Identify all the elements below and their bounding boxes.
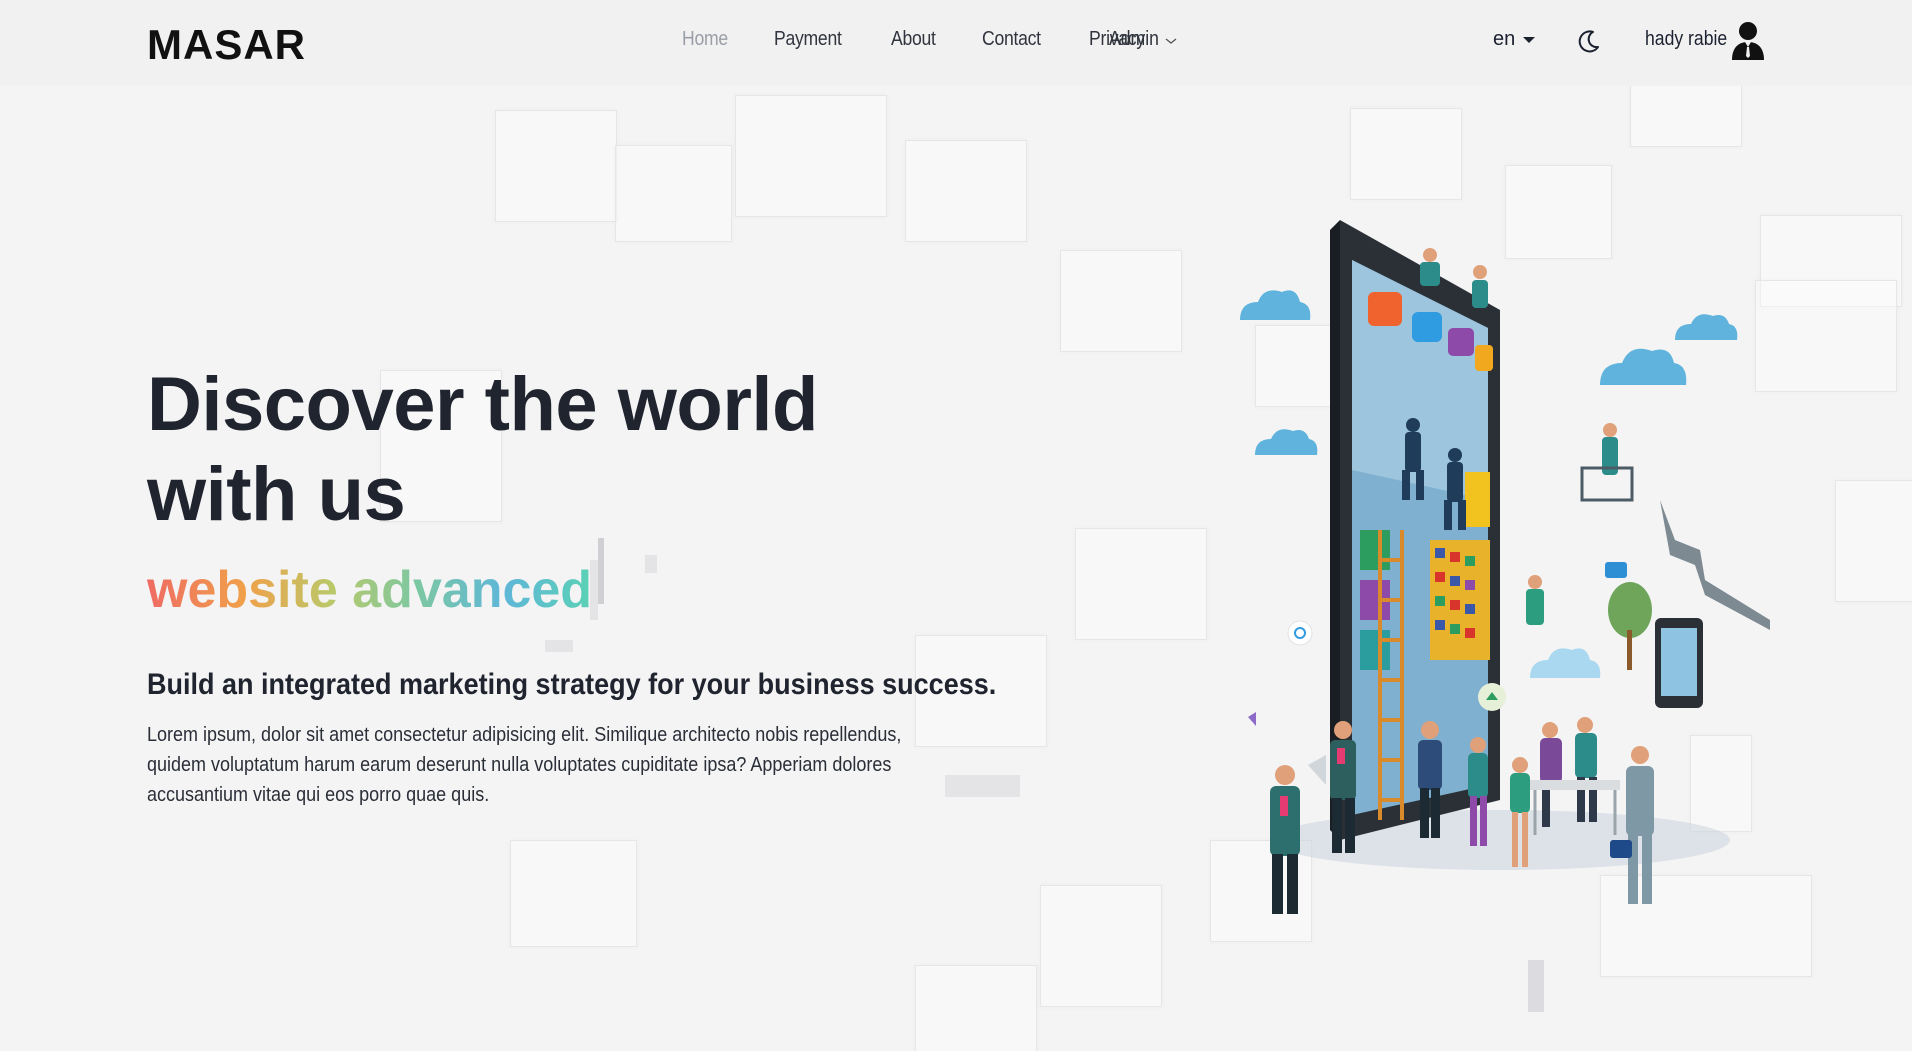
language-selector[interactable]: en <box>1493 28 1536 51</box>
hero-subheading: Build an integrated marketing strategy f… <box>147 668 997 701</box>
hero-section: Discover the world with us website advan… <box>147 360 1091 810</box>
typed-line: website advanced <box>147 538 1091 620</box>
language-label: en <box>1493 28 1516 50</box>
user-avatar-icon[interactable] <box>1730 20 1766 60</box>
hero-illustration <box>1240 220 1770 914</box>
hero-title-line1: Discover the world <box>147 362 818 447</box>
hero-title-line2: with us <box>147 452 406 537</box>
admin-label: Admin <box>1109 28 1159 50</box>
nav-link-about[interactable]: About <box>891 28 936 51</box>
chevron-down-icon <box>1165 38 1177 44</box>
user-name[interactable]: hady rabie <box>1645 28 1727 51</box>
nav-link-contact[interactable]: Contact <box>982 28 1041 51</box>
navbar: MASAR Home Payment About Contact Privacy… <box>0 0 1912 86</box>
logo-text: MASAR <box>147 26 306 64</box>
brand-logo[interactable]: MASAR <box>147 21 319 69</box>
hero-body-text: Lorem ipsum, dolor sit amet consectetur … <box>147 724 902 806</box>
hero-title: Discover the world with us <box>147 360 907 540</box>
nav-dropdown-admin[interactable]: Admin <box>1109 28 1178 51</box>
nav-link-payment[interactable]: Payment <box>774 28 842 51</box>
caret-down-icon <box>1523 36 1536 43</box>
typing-cursor <box>598 538 605 604</box>
nav-link-home[interactable]: Home <box>682 28 728 51</box>
moon-icon[interactable] <box>1576 28 1602 54</box>
typed-text: website advanced <box>147 561 593 619</box>
